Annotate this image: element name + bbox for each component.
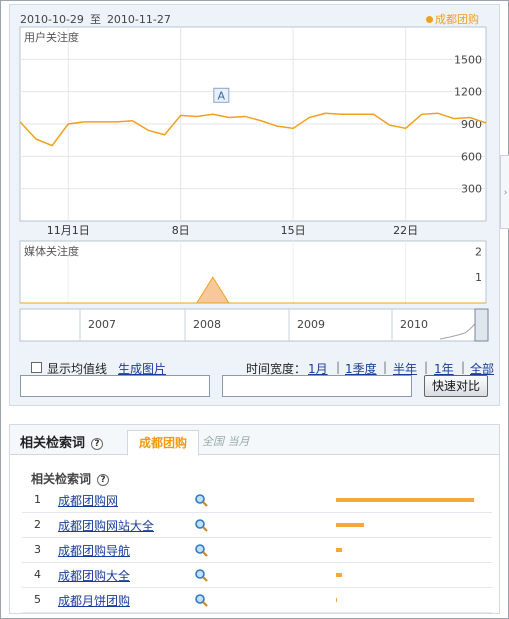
row-rank: 2 <box>34 518 41 531</box>
related-panel: 相关检索词? 成都团购 全国 当月 相关检索词? 1 成都团购网 2 成都团购网站大全… <box>9 424 500 614</box>
y-axis-label: 用户关注度 <box>24 30 79 44</box>
x-tick-label: 8日 <box>172 224 190 237</box>
relevance-bar <box>336 598 337 602</box>
related-row: 4 成都团购大全 <box>22 563 492 588</box>
overview-year-label: 2007 <box>88 318 116 331</box>
related-row: 2 成都团购网站大全 <box>22 513 492 538</box>
help-icon[interactable]: ? <box>91 438 104 450</box>
keyword-link[interactable]: 成都团购大全 <box>58 567 130 584</box>
relevance-bar <box>336 548 342 552</box>
relevance-bar <box>336 523 364 527</box>
annotation-label: A <box>218 89 226 102</box>
overview-year-label: 2008 <box>193 318 221 331</box>
quick-compare-button[interactable]: 快速对比 <box>424 375 488 397</box>
search-icon[interactable] <box>194 518 208 532</box>
search-icon[interactable] <box>194 593 208 607</box>
x-tick-label: 22日 <box>393 224 418 237</box>
search-icon[interactable] <box>194 568 208 582</box>
relevance-bar <box>336 498 474 502</box>
overview-range-handle <box>474 308 489 342</box>
y-tick-label: 1 <box>475 271 482 284</box>
x-tick-label: 15日 <box>281 224 306 237</box>
row-rank: 5 <box>34 593 41 606</box>
relevance-bar <box>336 573 342 577</box>
related-title: 相关检索词? <box>20 432 104 451</box>
row-rank: 3 <box>34 543 41 556</box>
time-option-separator: | <box>461 360 466 374</box>
y-axis-label: 媒体关注度 <box>24 244 79 258</box>
keyword-link[interactable]: 成都团购网 <box>58 492 118 509</box>
search-icon[interactable] <box>194 543 208 557</box>
related-subtitle-text: 相关检索词 <box>31 472 92 486</box>
search-icon[interactable] <box>194 493 208 507</box>
overview-year-label: 2010 <box>400 318 428 331</box>
y-tick-label: 600 <box>461 150 482 163</box>
row-rank: 4 <box>34 568 41 581</box>
show-average-checkbox[interactable] <box>31 362 42 373</box>
overview-year-label: 2009 <box>297 318 325 331</box>
row-rank: 1 <box>34 493 41 506</box>
y-tick-label: 300 <box>461 183 482 196</box>
time-option-separator: | <box>424 360 429 374</box>
compare-input-1[interactable] <box>20 375 210 397</box>
help-icon[interactable]: ? <box>97 474 110 486</box>
expand-handle[interactable]: › <box>500 155 509 229</box>
time-option-separator: | <box>336 360 341 374</box>
trend-chart: 3006009001200150011月1日 8日 15日 22日用户关注度A12媒体… <box>19 26 489 342</box>
related-row: 1 成都团购网 <box>22 488 492 513</box>
related-title-text: 相关检索词 <box>20 436 86 451</box>
keyword-link[interactable]: 成都月饼团购 <box>58 592 130 609</box>
time-option-separator: | <box>383 360 388 374</box>
related-subtitle: 相关检索词? <box>31 470 110 487</box>
trend-panel: 2010-10-29 至 2010-11-27 成都团购 300 600 900 1200… <box>9 4 509 406</box>
tab-chengdu-tuangou[interactable]: 成都团购 <box>127 430 199 456</box>
related-row: 5 成都月饼团购 <box>22 588 492 613</box>
keyword-link[interactable]: 成都团购导航 <box>58 542 130 559</box>
x-tick-label: 11月1日 <box>47 224 90 237</box>
media-plot-area <box>19 240 487 304</box>
y-tick-label: 2 <box>475 245 482 258</box>
y-tick-label: 1500 <box>454 53 482 66</box>
keyword-link[interactable]: 成都团购网站大全 <box>58 517 154 534</box>
y-tick-label: 1200 <box>454 86 482 99</box>
related-header: 相关检索词? 成都团购 全国 当月 <box>10 425 499 456</box>
related-row: 3 成都团购导航 <box>22 538 492 563</box>
compare-input-2[interactable] <box>222 375 412 397</box>
tab-national-month[interactable]: 全国 当月 <box>202 433 250 449</box>
